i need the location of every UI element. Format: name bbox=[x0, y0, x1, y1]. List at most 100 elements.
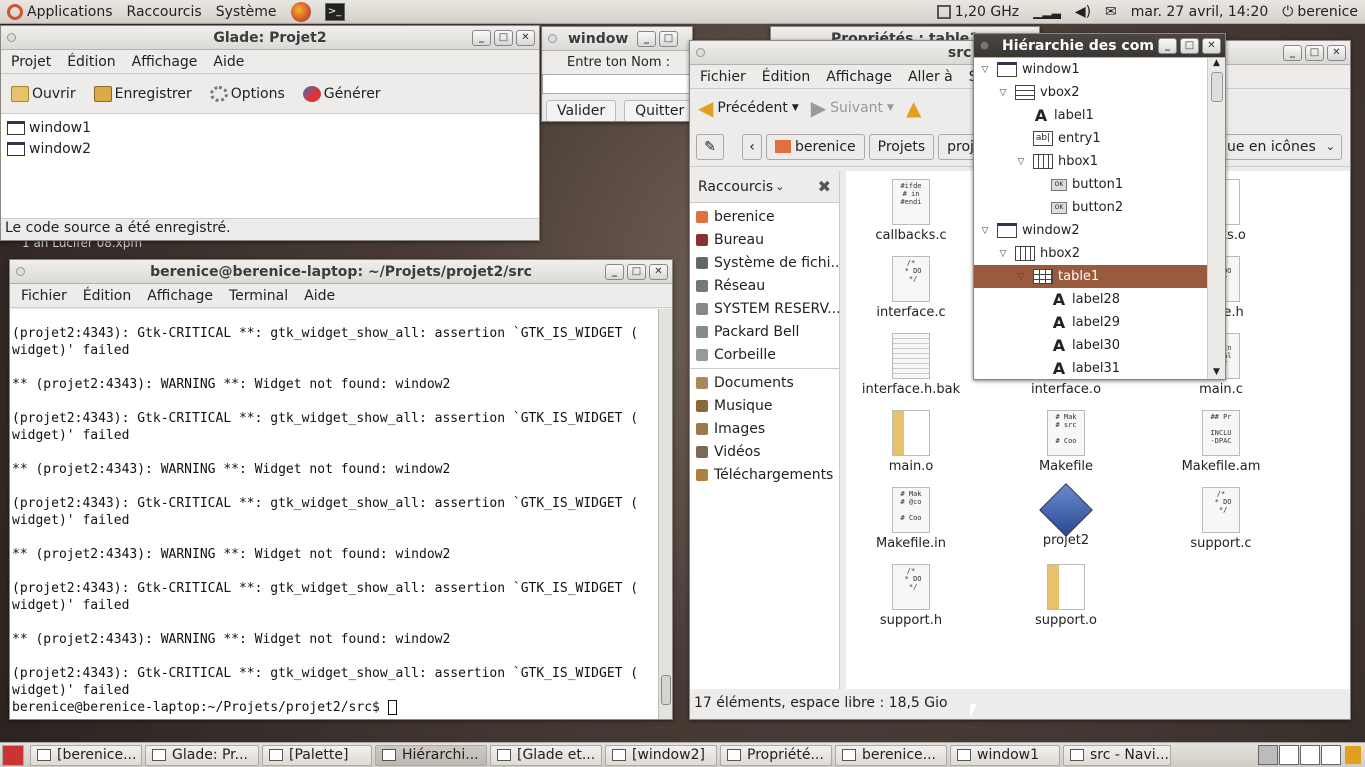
up-button[interactable]: ▲ bbox=[906, 96, 921, 120]
sidebar-item[interactable]: Vidéos bbox=[690, 440, 839, 463]
menu-applications[interactable]: Applications bbox=[0, 3, 120, 20]
expander-icon[interactable]: ▽ bbox=[1014, 272, 1028, 282]
minimize-button[interactable]: _ bbox=[637, 31, 656, 47]
tree-row[interactable]: ▽ hbox1 bbox=[974, 150, 1207, 173]
taskbar-button[interactable]: berenice... bbox=[835, 744, 947, 766]
menu-affichage[interactable]: Affichage bbox=[139, 288, 221, 304]
tree-row[interactable]: Alabel1 bbox=[974, 104, 1207, 127]
valider-button[interactable]: Valider bbox=[546, 100, 617, 121]
taskbar-button[interactable]: Glade: Pr... bbox=[145, 744, 259, 766]
show-desktop-button[interactable] bbox=[2, 744, 24, 766]
sidebar-item[interactable]: SYSTEM RESERV... bbox=[690, 297, 839, 320]
menu-terminal[interactable]: Terminal bbox=[221, 288, 296, 304]
cpu-frequency[interactable]: 1,20 GHz bbox=[930, 4, 1026, 20]
expander-icon[interactable]: ▽ bbox=[996, 249, 1010, 259]
forward-button[interactable]: ▶ Suivant ▼ bbox=[811, 96, 894, 120]
menu-edition[interactable]: Édition bbox=[754, 69, 818, 85]
close-button[interactable]: ✕ bbox=[1202, 38, 1221, 54]
chevron-down-icon[interactable]: ⌄ bbox=[775, 180, 784, 193]
menu-affichage[interactable]: Affichage bbox=[124, 54, 206, 70]
file-item[interactable]: support.o bbox=[1001, 564, 1131, 628]
hierarchy-window[interactable]: Hiérarchie des com _ □ ✕ ▽ window1 ▽ vbox2 Ala… bbox=[973, 33, 1226, 380]
file-item[interactable]: # Mak # src # Coo Makefile bbox=[1001, 410, 1131, 474]
tree-row[interactable]: OK button2 bbox=[974, 196, 1207, 219]
path-button-projets[interactable]: Projets bbox=[868, 133, 935, 160]
tree-row[interactable]: OK button1 bbox=[974, 173, 1207, 196]
menu-affichage[interactable]: Affichage bbox=[818, 69, 900, 85]
edit-location-button[interactable]: ✎ bbox=[696, 133, 724, 160]
window-app[interactable]: window _ □ Entre ton Nom : Valider Quitte… bbox=[541, 26, 693, 122]
enregistrer-button[interactable]: Enregistrer bbox=[88, 85, 198, 102]
glade-window[interactable]: Glade: Projet2 _ □ ✕ Projet Édition Affich… bbox=[0, 25, 540, 241]
tree-row[interactable]: ▽ window1 bbox=[974, 58, 1207, 81]
tree-row[interactable]: ▽ vbox2 bbox=[974, 81, 1207, 104]
taskbar-button[interactable]: Propriété... bbox=[720, 744, 832, 766]
file-item[interactable]: /* * DO */support.c bbox=[1156, 487, 1286, 551]
list-item[interactable]: window1 bbox=[1, 117, 539, 138]
ouvrir-button[interactable]: Ouvrir bbox=[5, 85, 82, 102]
scrollbar-thumb[interactable] bbox=[661, 675, 671, 705]
back-button[interactable]: ◀ Précédent ▼ bbox=[698, 96, 799, 120]
view-mode-select[interactable]: ue en icônes ⌄ bbox=[1219, 133, 1342, 160]
sidebar-item[interactable]: Packard Bell bbox=[690, 320, 839, 343]
file-item[interactable]: interface.h.bak bbox=[846, 333, 976, 397]
menu-systeme[interactable]: Système bbox=[209, 4, 284, 20]
close-sidebar-icon[interactable]: ✖ bbox=[818, 177, 831, 196]
taskbar-button[interactable]: src - Navi... bbox=[1063, 744, 1171, 766]
tree-row[interactable]: Alabel31 bbox=[974, 357, 1207, 379]
minimize-button[interactable]: _ bbox=[1283, 45, 1302, 61]
sidebar-item[interactable]: berenice bbox=[690, 205, 839, 228]
close-button[interactable]: ✕ bbox=[516, 30, 535, 46]
expander-icon[interactable]: ▽ bbox=[978, 226, 992, 236]
taskbar-button[interactable]: [berenice... bbox=[30, 744, 142, 766]
hierarchy-titlebar[interactable]: Hiérarchie des com _ □ ✕ bbox=[974, 34, 1225, 58]
hierarchy-scrollbar[interactable]: ▲ ▼ bbox=[1207, 58, 1225, 379]
close-button[interactable]: ✕ bbox=[649, 264, 668, 280]
volume-icon[interactable]: ◀) bbox=[1068, 4, 1098, 20]
taskbar-button[interactable]: Hiérarchi... bbox=[375, 744, 487, 766]
sidebar-item[interactable]: Documents bbox=[690, 371, 839, 394]
terminal-output[interactable]: (projet2:4343): Gtk-CRITICAL **: gtk_wid… bbox=[10, 309, 658, 719]
network-icon[interactable]: ▁▂▃ bbox=[1026, 5, 1068, 19]
path-button-berenice[interactable]: berenice bbox=[766, 133, 865, 160]
taskbar-button[interactable]: window1 bbox=[950, 744, 1060, 766]
window-app-titlebar[interactable]: window _ □ bbox=[542, 27, 692, 51]
terminal-launcher-icon[interactable]: >_ bbox=[318, 2, 352, 21]
file-item[interactable]: # Mak # @co # Coo Makefile.in bbox=[846, 487, 976, 551]
sidebar-item[interactable]: Corbeille bbox=[690, 343, 839, 366]
sidebar-item[interactable]: Système de fichi... bbox=[690, 251, 839, 274]
file-item[interactable]: main.o bbox=[846, 410, 976, 474]
clock[interactable]: mar. 27 avril, 14:20 bbox=[1124, 4, 1276, 20]
minimize-button[interactable]: _ bbox=[605, 264, 624, 280]
tree-row[interactable]: Alabel28 bbox=[974, 288, 1207, 311]
terminal-titlebar[interactable]: berenice@berenice-laptop: ~/Projets/proj… bbox=[10, 260, 672, 284]
taskbar-button[interactable]: [Glade et... bbox=[490, 744, 602, 766]
glade-titlebar[interactable]: Glade: Projet2 _ □ ✕ bbox=[1, 26, 539, 50]
maximize-button[interactable]: □ bbox=[1180, 38, 1199, 54]
list-item[interactable]: window2 bbox=[1, 138, 539, 159]
sidebar-type-select[interactable]: Raccourcis bbox=[698, 179, 773, 195]
menu-aide[interactable]: Aide bbox=[205, 54, 252, 70]
close-button[interactable]: ✕ bbox=[1327, 45, 1346, 61]
sidebar-item[interactable]: Réseau bbox=[690, 274, 839, 297]
tree-row[interactable]: ab| entry1 bbox=[974, 127, 1207, 150]
sidebar-item[interactable]: Musique bbox=[690, 394, 839, 417]
sidebar-item[interactable]: Images bbox=[690, 417, 839, 440]
menu-projet[interactable]: Projet bbox=[3, 54, 59, 70]
tree-row[interactable]: Alabel30 bbox=[974, 334, 1207, 357]
scrollbar-thumb[interactable] bbox=[1211, 72, 1223, 102]
path-scroll-left-button[interactable]: ‹ bbox=[742, 133, 762, 160]
taskbar-button[interactable]: [window2] bbox=[605, 744, 717, 766]
options-button[interactable]: Options bbox=[204, 85, 291, 102]
scroll-down-icon[interactable]: ▼ bbox=[1208, 367, 1225, 377]
tree-row[interactable]: ▽ table1 bbox=[974, 265, 1207, 288]
menu-fichier[interactable]: Fichier bbox=[692, 69, 754, 85]
firefox-launcher-icon[interactable] bbox=[284, 1, 318, 22]
menu-raccourcis[interactable]: Raccourcis bbox=[120, 4, 209, 20]
maximize-button[interactable]: □ bbox=[1305, 45, 1324, 61]
quitter-button[interactable]: Quitter bbox=[624, 100, 692, 121]
expander-icon[interactable]: ▽ bbox=[1014, 157, 1028, 167]
file-item[interactable]: #ifde # in #endi callbacks.c bbox=[846, 179, 976, 243]
menu-aller-a[interactable]: Aller à bbox=[900, 69, 961, 85]
maximize-button[interactable]: □ bbox=[627, 264, 646, 280]
